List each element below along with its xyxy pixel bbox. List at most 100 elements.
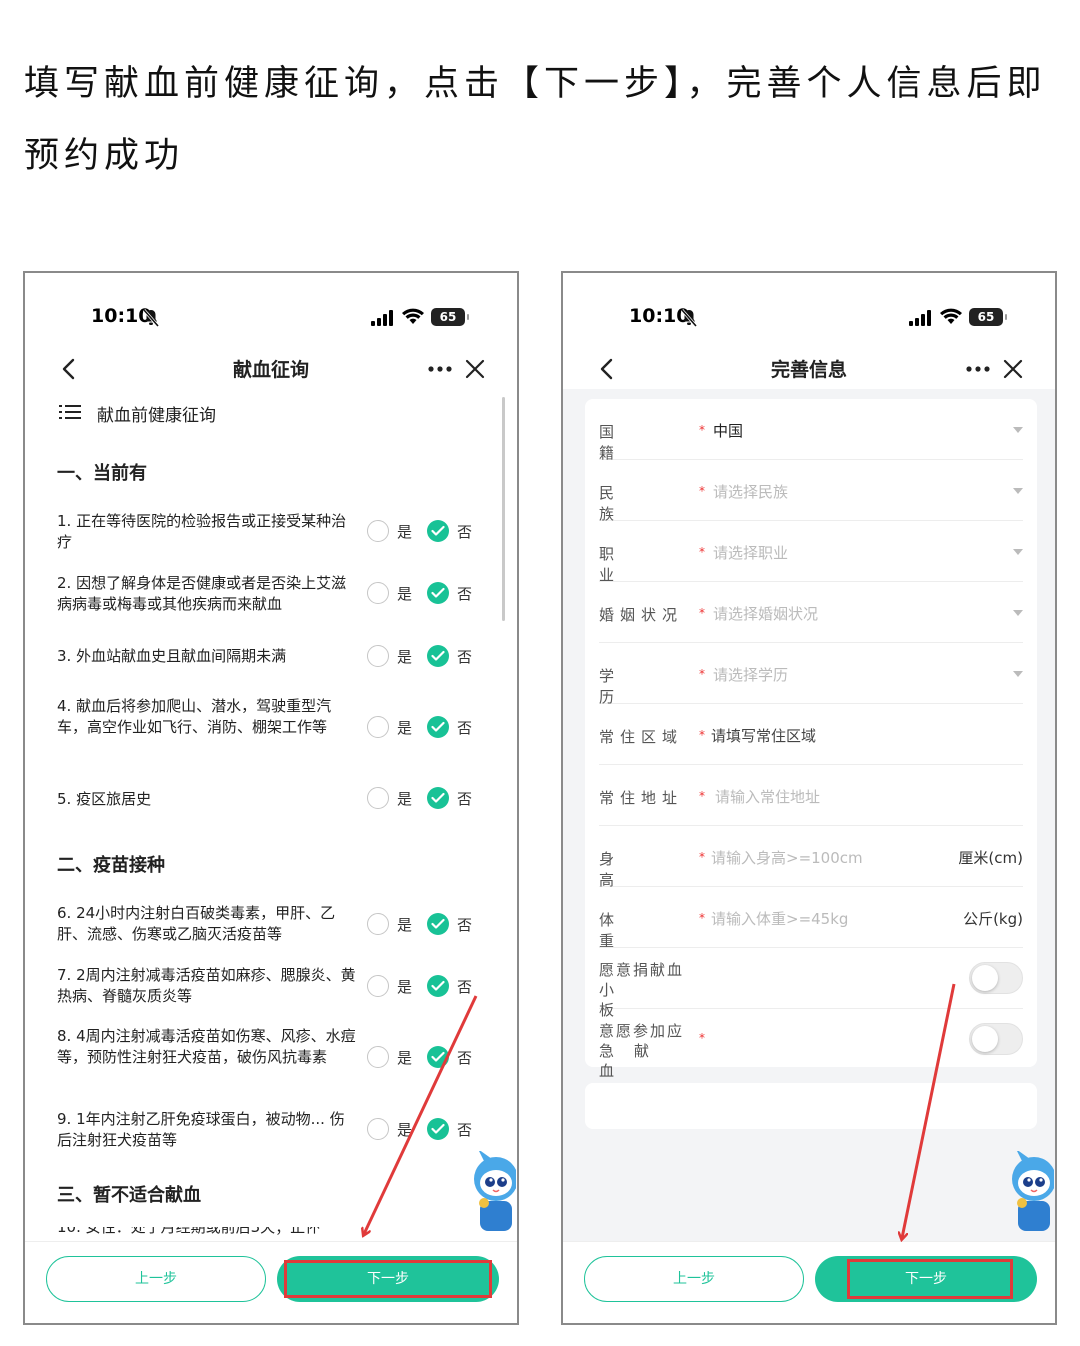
radio-no-checked[interactable] <box>427 913 449 935</box>
radio-yes[interactable] <box>367 582 389 604</box>
status-bar: 10:10 65 <box>563 303 1055 335</box>
radio-yes[interactable] <box>367 913 389 935</box>
answer-options: 是 否 <box>367 1118 487 1142</box>
option-no-label: 否 <box>457 719 473 737</box>
caret-down-icon <box>1013 610 1023 616</box>
required-mark: * <box>699 850 705 864</box>
answer-options: 是 否 <box>367 913 487 937</box>
platelet-donation-toggle[interactable] <box>969 962 1023 994</box>
more-icon[interactable] <box>427 357 453 381</box>
radio-no-checked[interactable] <box>427 582 449 604</box>
form-row-height[interactable]: 身高 * 请输入身高>=100cm 厘米(cm) <box>599 826 1023 889</box>
radio-yes[interactable] <box>367 975 389 997</box>
nationality-select[interactable]: 中国 <box>713 420 743 441</box>
scrollbar[interactable] <box>502 397 505 621</box>
wifi-icon <box>940 308 962 324</box>
emergency-donation-toggle[interactable] <box>969 1023 1023 1055</box>
mascot-icon[interactable] <box>466 1151 516 1235</box>
row-label-line2: 急献血 <box>599 1042 670 1080</box>
radio-yes[interactable] <box>367 645 389 667</box>
row-label: 意愿参加应 急献血 <box>599 1021 691 1081</box>
nav-bar: 完善信息 <box>563 349 1055 389</box>
residence-area-input[interactable]: 请填写常住区域 <box>711 725 816 746</box>
radio-no-checked[interactable] <box>427 787 449 809</box>
option-yes-label: 是 <box>397 1121 413 1139</box>
option-no-label: 否 <box>457 585 473 603</box>
required-mark: * <box>699 667 705 681</box>
prev-step-button[interactable]: 上一步 <box>584 1256 804 1302</box>
toggle-knob <box>972 1026 998 1052</box>
form-row-weight[interactable]: 体重 * 请输入体重>=45kg 公斤(kg) <box>599 887 1023 950</box>
required-mark: * <box>699 484 705 498</box>
form-row-occupation[interactable]: 职业 * 请选择职业 <box>599 521 1023 585</box>
prev-step-button[interactable]: 上一步 <box>46 1256 266 1302</box>
option-yes-label: 是 <box>397 978 413 996</box>
option-no-label: 否 <box>457 1049 473 1067</box>
instruction-text: 填写献血前健康征询，点击【下一步】，完善个人信息后即预约成功 <box>24 64 1047 176</box>
more-icon[interactable] <box>965 357 991 381</box>
option-no-label: 否 <box>457 916 473 934</box>
row-label: 职业 <box>599 543 691 585</box>
section-title: 二、疫苗接种 <box>57 855 165 876</box>
row-label: 婚姻状况 <box>599 604 691 625</box>
form-row-nationality[interactable]: 国籍 * 中国 <box>599 399 1023 462</box>
marital-status-select[interactable]: 请选择婚姻状况 <box>713 603 818 624</box>
occupation-select[interactable]: 请选择职业 <box>713 542 788 563</box>
radio-no-checked[interactable] <box>427 1046 449 1068</box>
form-row-residence-area[interactable]: 常住区域 * 请填写常住区域 <box>599 704 1023 765</box>
highlight-box <box>847 1259 1013 1299</box>
section-title: 一、当前有 <box>57 463 147 484</box>
radio-yes[interactable] <box>367 1046 389 1068</box>
wifi-icon <box>402 308 424 324</box>
height-input[interactable]: 请输入身高>=100cm <box>711 847 863 868</box>
option-yes-label: 是 <box>397 719 413 737</box>
bell-muted-icon <box>681 309 697 327</box>
form-row-education[interactable]: 学历 * 请选择学历 <box>599 643 1023 706</box>
mascot-icon[interactable] <box>1004 1151 1054 1235</box>
row-label-text: 体重 <box>599 911 660 950</box>
weight-input[interactable]: 请输入体重>=45kg <box>711 908 848 929</box>
form-row-ethnicity[interactable]: 民族 * 请选择民族 <box>599 460 1023 524</box>
caret-down-icon <box>1013 549 1023 555</box>
form-row-marital-status[interactable]: 婚姻状况 * 请选择婚姻状况 <box>599 582 1023 643</box>
answer-options: 是 否 <box>367 582 487 606</box>
radio-yes[interactable] <box>367 520 389 542</box>
close-icon[interactable] <box>463 357 487 381</box>
phone-screenshot-questionnaire: 10:10 65 献血征询 献血前健康征询 一、当前有 1. 正在等待医院的检验… <box>23 271 519 1325</box>
row-label-text: 常住区域 <box>599 728 684 746</box>
radio-no-checked[interactable] <box>427 520 449 542</box>
row-label: 民族 <box>599 482 691 524</box>
radio-no-checked[interactable] <box>427 716 449 738</box>
signal-icon <box>909 310 931 326</box>
required-mark: * <box>699 789 705 803</box>
option-no-label: 否 <box>457 1121 473 1139</box>
question-text: 1. 正在等待医院的检验报告或正接受某种治疗 <box>57 512 347 551</box>
caret-down-icon <box>1013 671 1023 677</box>
row-label-text: 常住地址 <box>599 789 684 807</box>
radio-yes[interactable] <box>367 716 389 738</box>
form-row-residence-address[interactable]: 常住地址 * 请输入常住地址 <box>599 765 1023 826</box>
caret-down-icon <box>1013 488 1023 494</box>
question-text: 7. 2周内注射减毒活疫苗如麻疹、腮腺炎、黄热病、脊髓灰质炎等 <box>57 966 356 1005</box>
residence-address-input[interactable]: 请输入常住地址 <box>715 786 820 807</box>
highlight-box <box>284 1260 492 1298</box>
radio-yes[interactable] <box>367 787 389 809</box>
questionnaire-header-label: 献血前健康征询 <box>97 406 216 426</box>
question-text: 2. 因想了解身体是否健康或者是否染上艾滋病病毒或梅毒或其他疾病而来献血 <box>57 574 347 613</box>
option-no-label: 否 <box>457 790 473 808</box>
question-text: 5. 疫区旅居史 <box>57 790 152 808</box>
close-icon[interactable] <box>1001 357 1025 381</box>
ethnicity-select[interactable]: 请选择民族 <box>713 481 788 502</box>
required-mark: * <box>699 1031 705 1045</box>
form-row-emergency-donation: 意愿参加应 急献血 * <box>599 1009 1023 1080</box>
row-label-text: 身高 <box>599 850 660 889</box>
row-label-text: 职业 <box>599 545 660 584</box>
radio-yes[interactable] <box>367 1118 389 1140</box>
education-select[interactable]: 请选择学历 <box>713 664 788 685</box>
answer-options: 是 否 <box>367 787 487 811</box>
phone-screenshot-profile-form: 10:10 65 完善信息 国籍 * 中国 民族 * 请选择民族 职业 * 请选… <box>561 271 1057 1325</box>
radio-no-checked[interactable] <box>427 1118 449 1140</box>
radio-no-checked[interactable] <box>427 645 449 667</box>
radio-no-checked[interactable] <box>427 975 449 997</box>
question-text: 3. 外血站献血史且献血间隔期未满 <box>57 647 287 665</box>
